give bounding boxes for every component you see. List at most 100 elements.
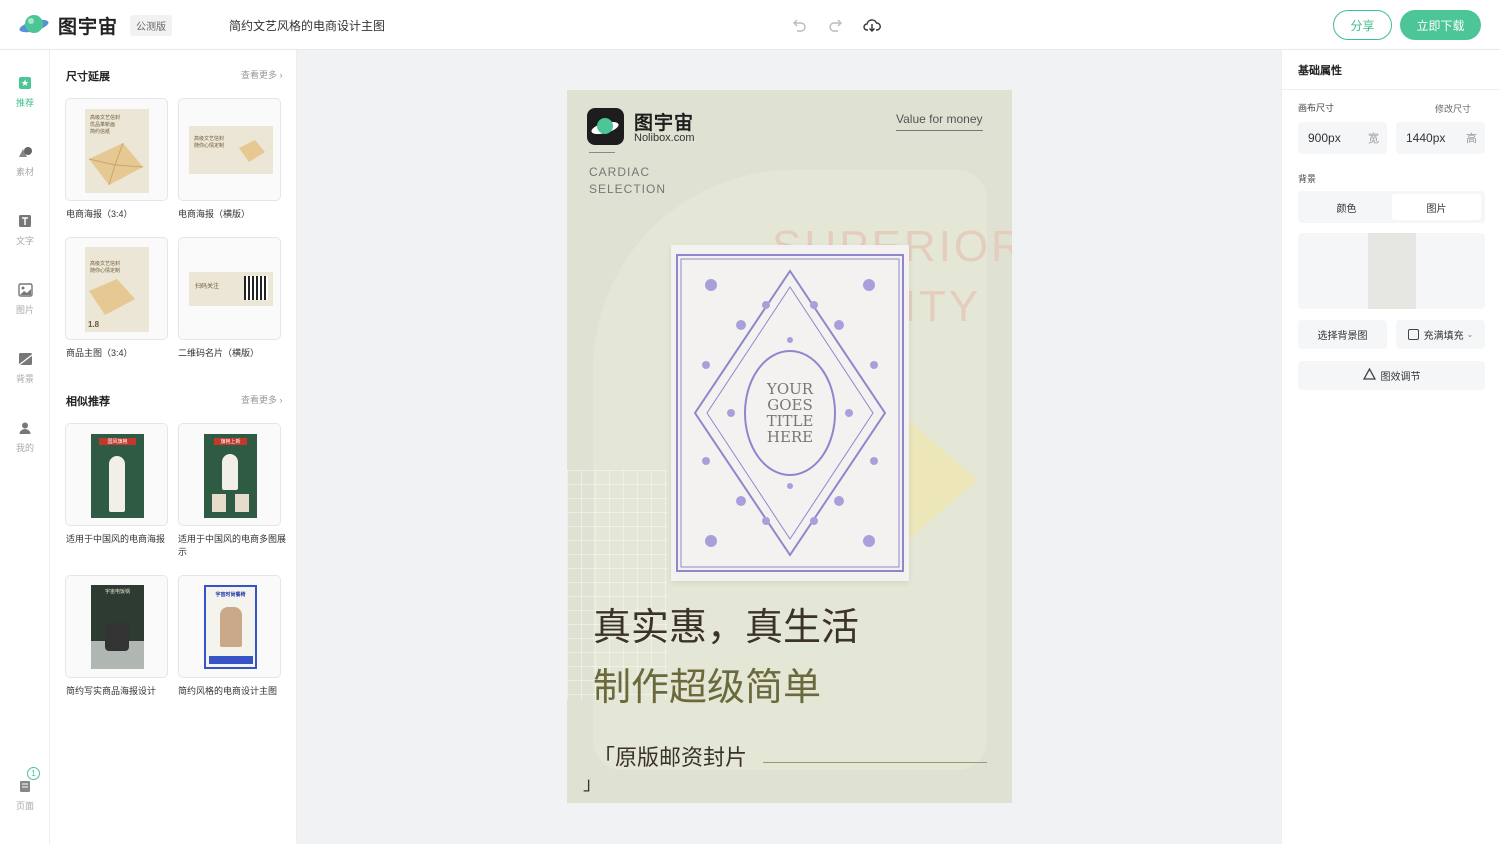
effect-icon [1362,367,1376,383]
nav-recommend[interactable]: 推荐 [0,75,50,125]
ornament-title[interactable]: YOUR GOES TITLE HERE [745,381,835,445]
yellow-triangle [897,410,977,550]
logo[interactable]: 图宇宙 公测版 [18,11,173,39]
nav-images[interactable]: 图片 [0,282,50,332]
nav-pages[interactable]: 1 页面 [0,767,50,828]
model-figure [109,456,125,512]
template-card[interactable]: 国风旗袍 [65,423,168,526]
nav-label: 图片 [15,305,34,315]
chevron-right-icon: › [279,395,283,405]
template-card-label: 简约风格的电商设计主图 [178,686,278,696]
panel-title: 基础属性 [1298,65,1342,77]
document-title[interactable]: 简约文艺风格的电商设计主图 [229,17,385,34]
template-card-label: 二维码名片（横版） [178,348,260,358]
height-field[interactable]: 1440px 高 [1396,122,1485,154]
undo-icon[interactable] [789,15,809,35]
envelope-icon [88,142,144,186]
chevron-down-icon: ⌄ [1466,330,1474,339]
nav-text[interactable]: 文字 [0,213,50,263]
section-title: 相似推荐 [66,396,110,408]
chair-figure [220,607,242,647]
tab-color[interactable]: 颜色 [1302,194,1391,220]
fill-icon [1407,329,1419,340]
nav-background[interactable]: 背景 [0,351,50,401]
recommend-icon [17,75,33,91]
template-thumbnail: 国风旗袍 [91,434,144,518]
nav-materials[interactable]: 素材 [0,144,50,194]
template-thumbnail: 宇宙时尚餐椅 [204,585,257,669]
text-icon [17,213,33,229]
envelope-icon [89,279,135,315]
poster-headline-1[interactable]: 真实惠，真生活 [593,596,859,651]
chevron-right-icon: › [279,70,283,80]
poster-brand[interactable]: 图宇宙 [634,108,694,135]
template-card-label: 简约写实商品海报设计 [66,686,157,696]
template-thumbnail: 高级文艺信封 随你心情定制 [189,126,273,174]
nav-label: 推荐 [15,98,34,108]
template-card[interactable]: 宇宙时尚餐椅 [178,575,281,678]
share-button[interactable]: 分享 [1333,10,1392,40]
planet-logo-icon [18,11,50,39]
qr-code-icon [244,276,268,300]
template-thumbnail: 高级文艺信封 随你心情定制 1.8 [85,247,149,332]
poster-footer-text[interactable]: 「原版邮资封片 [593,740,747,772]
effect-adjust-button[interactable]: 图效调节 [1298,361,1485,390]
section-title: 尺寸延展 [66,71,110,83]
image-icon [17,282,33,298]
background-label: 背景 [1298,174,1317,184]
tab-image[interactable]: 图片 [1392,194,1481,220]
poster-canvas[interactable]: 图宇宙 Nolibox.com Value for money CARDIAC … [567,90,1012,803]
template-card[interactable]: 旗袍上新 [178,423,281,526]
poster-sub-2[interactable]: SELECTION [589,182,666,196]
poster-footer-line [763,762,987,763]
left-nav: 推荐 素材 文字 图片 背景 我的 1 页面 [0,50,50,844]
poster-tagline[interactable]: Value for money [896,112,983,131]
ornament-card[interactable]: YOUR GOES TITLE HERE [671,245,909,581]
see-more-link[interactable]: 查看更多 › [241,393,283,406]
template-card[interactable]: 高级文艺信封 优品革新画 简约信纸 [65,98,168,201]
nav-label: 素材 [15,167,34,177]
properties-panel: 基础属性 画布尺寸 修改尺寸 900px 宽 1440px 高 背景 颜色 图片… [1281,50,1500,844]
template-card[interactable]: 高级文艺信封 随你心情定制 [178,98,281,201]
fill-mode-select[interactable]: 充满填充 ⌄ [1396,320,1485,349]
user-icon [17,420,33,436]
poster-footer-close[interactable]: 」 [583,770,601,796]
nav-label: 文字 [15,236,34,246]
background-preview[interactable] [1298,233,1485,309]
nav-mine[interactable]: 我的 [0,420,50,470]
template-thumbnail: 高级文艺信封 优品革新画 简约信纸 [85,109,149,193]
template-card[interactable]: 扫码关注 [178,237,281,340]
background-tabs: 颜色 图片 [1298,191,1485,223]
poster-headline-2[interactable]: 制作超级简单 [593,656,821,711]
top-bar: 图宇宙 公测版 简约文艺风格的电商设计主图 分享 立即下载 [0,0,1500,50]
template-card-label: 适用于中国风的电商多图展示 [178,534,287,557]
poster-brand-url[interactable]: Nolibox.com [634,132,695,144]
poster-sub-1[interactable]: CARDIAC [589,165,650,179]
canvas-size-label: 画布尺寸 [1298,103,1335,113]
redo-icon[interactable] [826,15,846,35]
envelope-icon [239,140,265,162]
nav-label: 页面 [15,801,34,811]
shapes-icon [17,144,33,160]
template-card[interactable]: 宇宙电饭锅 [65,575,168,678]
brand-name: 图宇宙 [58,16,119,38]
template-thumbnail: 旗袍上新 [204,434,257,518]
cloud-save-icon[interactable] [862,15,882,35]
template-card-label: 商品主图（3:4） [66,348,133,358]
rice-cooker-figure [105,623,129,651]
see-more-link[interactable]: 查看更多 › [241,68,283,81]
template-card-label: 电商海报（3:4） [66,209,133,219]
pages-icon: 1 [17,767,40,794]
resize-link[interactable]: 修改尺寸 [1435,102,1471,115]
select-background-button[interactable]: 选择背景图 [1298,320,1387,349]
template-card[interactable]: 高级文艺信封 随你心情定制 1.8 [65,237,168,340]
beta-badge: 公测版 [130,14,173,36]
width-field[interactable]: 900px 宽 [1298,122,1387,154]
poster-logo-icon[interactable] [587,108,624,145]
download-button[interactable]: 立即下载 [1400,10,1481,40]
template-thumbnail: 扫码关注 [189,272,273,306]
template-panel: 尺寸延展 查看更多 › 高级文艺信封 优品革新画 简约信纸 电商海报（3:4） … [50,50,297,844]
template-thumbnail: 宇宙电饭锅 [91,585,144,669]
page-count-badge: 1 [27,767,40,780]
nav-label: 我的 [15,443,34,453]
